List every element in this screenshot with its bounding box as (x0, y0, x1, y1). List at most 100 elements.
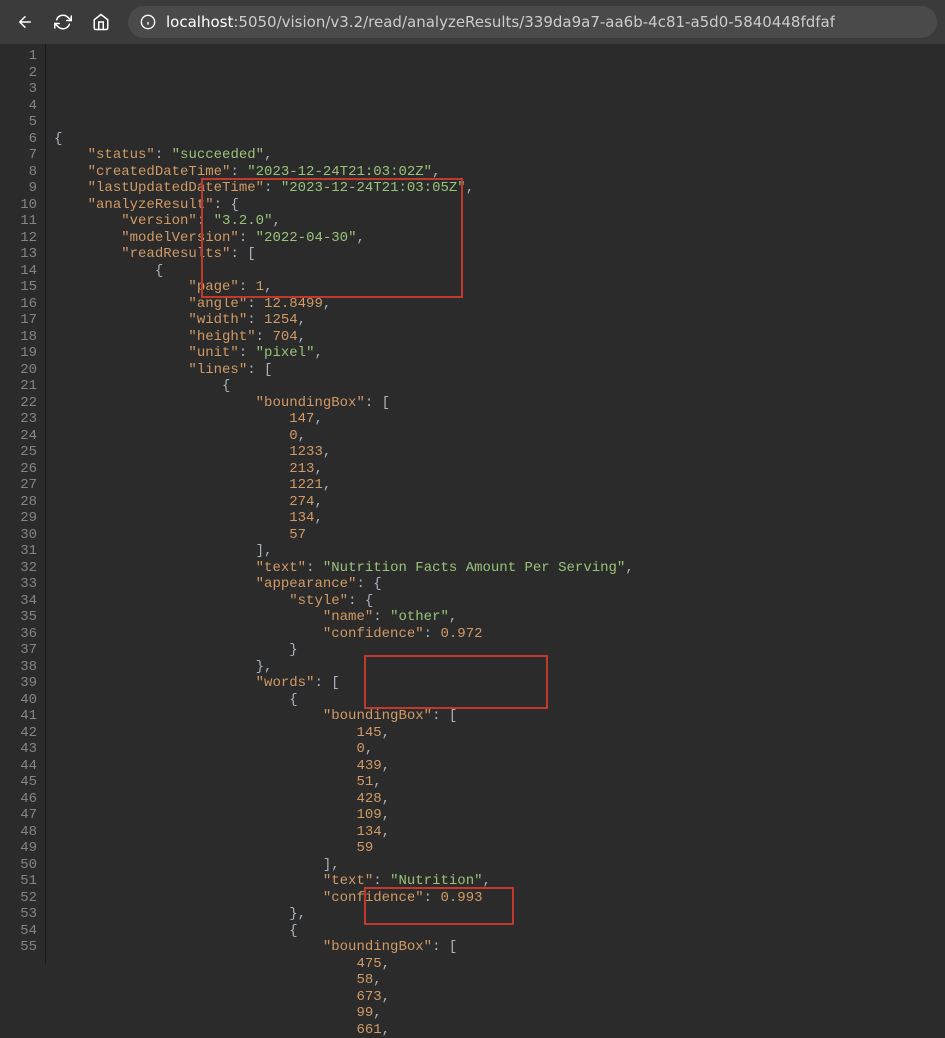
line-number: 40 (0, 692, 37, 709)
line-number: 51 (0, 873, 37, 890)
refresh-button[interactable] (46, 5, 80, 39)
line-number: 2 (0, 65, 37, 82)
code-line: 1221, (54, 477, 634, 494)
code-line: "height": 704, (54, 329, 634, 346)
code-line: "lastUpdatedDateTime": "2023-12-24T21:03… (54, 180, 634, 197)
code-line: "version": "3.2.0", (54, 213, 634, 230)
code-line: "boundingBox": [ (54, 395, 634, 412)
line-number: 49 (0, 840, 37, 857)
code-line: "name": "other", (54, 609, 634, 626)
line-number: 15 (0, 279, 37, 296)
line-number: 33 (0, 576, 37, 593)
line-number: 47 (0, 807, 37, 824)
line-number: 20 (0, 362, 37, 379)
line-number: 39 (0, 675, 37, 692)
line-number: 42 (0, 725, 37, 742)
code-line: "width": 1254, (54, 312, 634, 329)
line-number: 10 (0, 197, 37, 214)
code-line: 1233, (54, 444, 634, 461)
code-line: "confidence": 0.972 (54, 626, 634, 643)
line-number: 26 (0, 461, 37, 478)
line-number: 9 (0, 180, 37, 197)
code-line: 147, (54, 411, 634, 428)
line-number: 8 (0, 164, 37, 181)
code-line: 439, (54, 758, 634, 775)
code-content[interactable]: { "status": "succeeded", "createdDateTim… (46, 44, 634, 964)
code-line: 59 (54, 840, 634, 857)
code-line: }, (54, 659, 634, 676)
line-number: 41 (0, 708, 37, 725)
line-number: 44 (0, 758, 37, 775)
line-number: 54 (0, 923, 37, 940)
code-line: 673, (54, 989, 634, 1006)
code-line: "text": "Nutrition Facts Amount Per Serv… (54, 560, 634, 577)
line-number: 52 (0, 890, 37, 907)
line-number: 53 (0, 906, 37, 923)
code-line: "lines": [ (54, 362, 634, 379)
code-line: 145, (54, 725, 634, 742)
code-line: "page": 1, (54, 279, 634, 296)
home-button[interactable] (84, 5, 118, 39)
code-line: "confidence": 0.993 (54, 890, 634, 907)
line-number: 46 (0, 791, 37, 808)
line-number: 28 (0, 494, 37, 511)
code-line: "unit": "pixel", (54, 345, 634, 362)
code-line: 134, (54, 510, 634, 527)
code-line: "angle": 12.8499, (54, 296, 634, 313)
code-line: "text": "Nutrition", (54, 873, 634, 890)
code-line: 51, (54, 774, 634, 791)
code-line: "boundingBox": [ (54, 708, 634, 725)
code-line: "words": [ (54, 675, 634, 692)
line-number: 5 (0, 114, 37, 131)
line-number: 50 (0, 857, 37, 874)
browser-toolbar: localhost:5050/vision/v3.2/read/analyzeR… (0, 0, 945, 44)
code-line: { (54, 263, 634, 280)
line-number-gutter: 1234567891011121314151617181920212223242… (0, 44, 46, 964)
code-line: "modelVersion": "2022-04-30", (54, 230, 634, 247)
code-line: "appearance": { (54, 576, 634, 593)
code-line: "style": { (54, 593, 634, 610)
line-number: 17 (0, 312, 37, 329)
code-line: "createdDateTime": "2023-12-24T21:03:02Z… (54, 164, 634, 181)
code-line: 0, (54, 741, 634, 758)
line-number: 3 (0, 81, 37, 98)
line-number: 13 (0, 246, 37, 263)
line-number: 24 (0, 428, 37, 445)
line-number: 29 (0, 510, 37, 527)
code-line: 99, (54, 1005, 634, 1022)
line-number: 37 (0, 642, 37, 659)
code-line: { (54, 923, 634, 940)
line-number: 30 (0, 527, 37, 544)
code-line: 57 (54, 527, 634, 544)
code-line: 0, (54, 428, 634, 445)
code-line: }, (54, 906, 634, 923)
line-number: 7 (0, 147, 37, 164)
code-line: 134, (54, 824, 634, 841)
line-number: 36 (0, 626, 37, 643)
line-number: 45 (0, 774, 37, 791)
line-number: 14 (0, 263, 37, 280)
code-line: { (54, 692, 634, 709)
line-number: 4 (0, 98, 37, 115)
line-number: 22 (0, 395, 37, 412)
line-number: 6 (0, 131, 37, 148)
line-number: 25 (0, 444, 37, 461)
code-line: 109, (54, 807, 634, 824)
code-line: ], (54, 857, 634, 874)
line-number: 12 (0, 230, 37, 247)
info-icon (140, 14, 156, 30)
back-button[interactable] (8, 5, 42, 39)
line-number: 18 (0, 329, 37, 346)
code-line: 58, (54, 972, 634, 989)
line-number: 16 (0, 296, 37, 313)
line-number: 32 (0, 560, 37, 577)
url-text: localhost:5050/vision/v3.2/read/analyzeR… (166, 13, 835, 31)
line-number: 38 (0, 659, 37, 676)
line-number: 27 (0, 477, 37, 494)
code-line: ], (54, 543, 634, 560)
line-number: 19 (0, 345, 37, 362)
code-line: { (54, 378, 634, 395)
code-line: "status": "succeeded", (54, 147, 634, 164)
code-line: 274, (54, 494, 634, 511)
address-bar[interactable]: localhost:5050/vision/v3.2/read/analyzeR… (128, 6, 937, 38)
